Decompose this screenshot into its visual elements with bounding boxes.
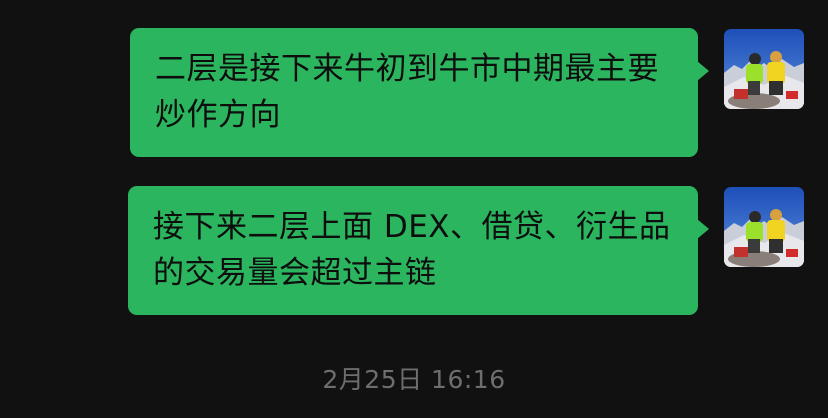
message-text: 二层是接下来牛初到牛市中期最主要炒作方向 [155, 51, 659, 133]
bubble-tail [697, 61, 709, 81]
avatar-photo-icon [724, 187, 804, 267]
message-bubble[interactable]: 二层是接下来牛初到牛市中期最主要炒作方向 [130, 28, 709, 157]
bubble-tail [697, 219, 709, 239]
chat-view: 二层是接下来牛初到牛市中期最主要炒作方向 接下来二层上面 DEX、借贷、衍生品的… [0, 0, 828, 418]
message-timestamp: 2月25日 16:16 [322, 365, 506, 394]
message-bubble[interactable]: 接下来二层上面 DEX、借贷、衍生品的交易量会超过主链 [128, 186, 709, 315]
message-text: 接下来二层上面 DEX、借贷、衍生品的交易量会超过主链 [153, 209, 671, 291]
avatar[interactable] [724, 29, 804, 109]
chat-message: 接下来二层上面 DEX、借贷、衍生品的交易量会超过主链 [128, 186, 804, 315]
avatar-photo-icon [724, 29, 804, 109]
chat-message: 二层是接下来牛初到牛市中期最主要炒作方向 [130, 28, 804, 157]
avatar[interactable] [724, 187, 804, 267]
